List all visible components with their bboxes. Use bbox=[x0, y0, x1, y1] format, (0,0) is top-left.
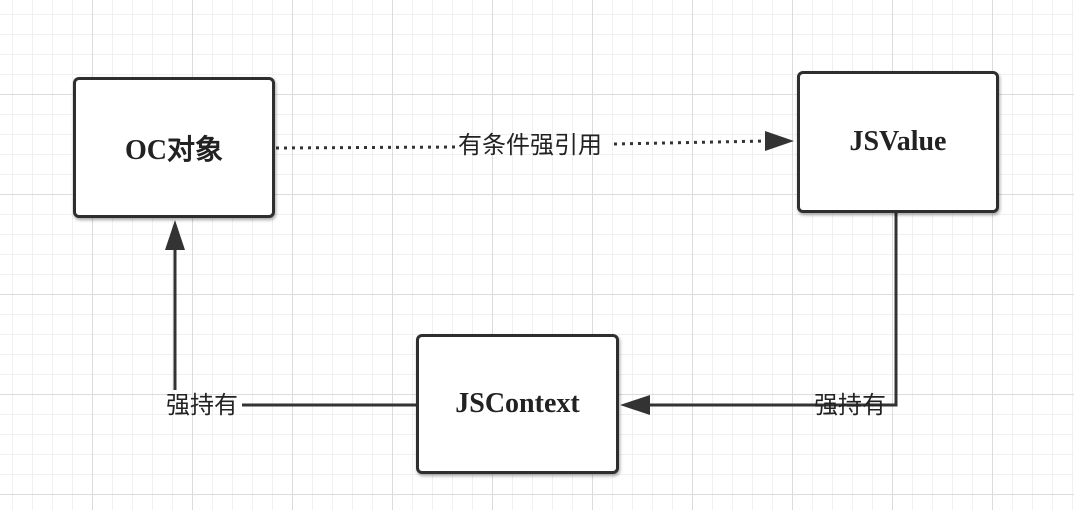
node-oc-object-label: OC对象 bbox=[124, 134, 223, 166]
edge-oc-to-jsvalue-tail bbox=[613, 139, 767, 146]
edge-label-strong-hold-left: 强持有 bbox=[166, 391, 238, 419]
arrowhead-jscontext bbox=[620, 395, 650, 415]
node-jsvalue[interactable]: JSValue bbox=[797, 71, 999, 213]
node-jsvalue-label: JSValue bbox=[849, 126, 947, 157]
arrowhead-oc bbox=[165, 220, 185, 250]
edge-oc-to-jsvalue bbox=[275, 145, 459, 150]
edge-jsvalue-to-jscontext bbox=[814, 213, 898, 407]
edge-label-strong-hold-right: 强持有 bbox=[814, 391, 886, 419]
arrowhead-jsvalue bbox=[765, 131, 794, 151]
node-oc-object[interactable]: OC对象 bbox=[73, 77, 275, 218]
edge-label-conditional-strong-ref: 有条件强引用 bbox=[458, 131, 602, 159]
node-jscontext[interactable]: JSContext bbox=[416, 334, 619, 474]
node-jscontext-label: JSContext bbox=[455, 388, 580, 419]
